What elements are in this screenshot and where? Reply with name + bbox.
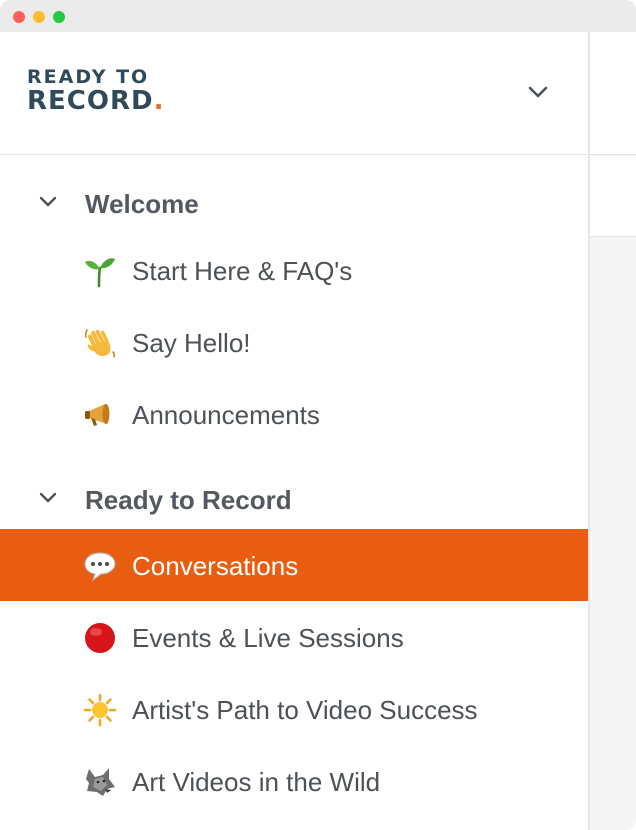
logo-line-1: READY TO — [27, 66, 150, 88]
sun-icon — [83, 693, 117, 727]
zoom-window-button[interactable] — [53, 11, 65, 23]
waving-hand-icon — [84, 329, 116, 358]
sidebar-item-announcements[interactable]: Announcements — [0, 378, 588, 450]
main-subheader — [590, 156, 636, 237]
section-label: Ready to Record — [85, 485, 292, 515]
sidebar-item-art-videos[interactable]: Art Videos in the Wild — [0, 745, 588, 817]
chevron-down-icon[interactable] — [526, 82, 550, 102]
sidebar-item-conversations[interactable]: Conversations — [0, 529, 588, 601]
speech-bubble-icon — [84, 552, 116, 582]
sidebar-header: READY TO RECORD. — [0, 32, 588, 155]
minimize-window-button[interactable] — [33, 11, 45, 23]
sidebar: READY TO RECORD. Welcome Start Here & FA… — [0, 32, 588, 830]
chevron-down-icon — [39, 492, 57, 503]
main-header — [590, 32, 636, 155]
sidebar-item-say-hello[interactable]: Say Hello! — [0, 306, 588, 378]
sidebar-item-start-here[interactable]: Start Here & FAQ's — [0, 234, 588, 306]
seedling-icon — [85, 258, 115, 288]
sidebar-item-label: Conversations — [132, 551, 299, 581]
sidebar-item-label: Say Hello! — [132, 328, 251, 358]
app-window: READY TO RECORD. Welcome Start Here & FA… — [0, 0, 636, 830]
section-header-ready-to-record[interactable]: Ready to Record — [0, 473, 588, 523]
sidebar-item-label: Art Videos in the Wild — [132, 767, 381, 797]
title-bar — [0, 0, 636, 32]
section-label: Welcome — [85, 189, 199, 219]
sidebar-item-events[interactable]: Events & Live Sessions — [0, 601, 588, 673]
logo-word: RECORD — [27, 86, 154, 116]
section-header-welcome[interactable]: Welcome — [0, 177, 588, 227]
sidebar-item-label: Artist's Path to Video Success — [132, 695, 478, 725]
logo-dot: . — [153, 86, 165, 116]
sidebar-item-label: Announcements — [132, 400, 320, 430]
red-circle-icon — [85, 623, 115, 653]
sidebar-item-artists-path[interactable]: Artist's Path to Video Success — [0, 673, 588, 745]
logo-line-2: RECORD. — [27, 88, 164, 114]
chevron-down-icon — [39, 196, 57, 207]
brand-logo[interactable]: READY TO RECORD. — [27, 66, 164, 114]
close-window-button[interactable] — [13, 11, 25, 23]
megaphone-icon — [85, 404, 110, 426]
sidebar-item-label: Events & Live Sessions — [132, 623, 404, 653]
sidebar-item-label: Start Here & FAQ's — [132, 256, 353, 286]
wolf-icon — [86, 768, 115, 796]
main-content — [590, 32, 636, 830]
